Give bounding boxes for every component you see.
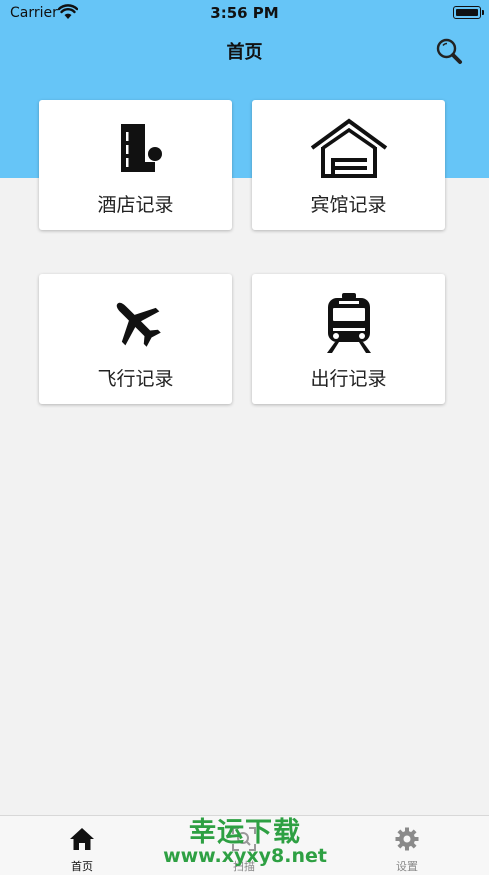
card-label: 飞行记录 bbox=[97, 368, 174, 390]
tab-label: 扫描 bbox=[233, 860, 255, 873]
page-title: 首页 bbox=[226, 42, 263, 63]
search-button[interactable] bbox=[434, 36, 464, 66]
clock: 3:56 PM bbox=[210, 4, 279, 22]
tab-settings[interactable]: 设置 bbox=[352, 816, 462, 875]
battery-icon bbox=[453, 6, 484, 19]
house-icon bbox=[310, 118, 387, 178]
flight-record-card[interactable]: 飞行记录 bbox=[39, 274, 232, 404]
card-label: 宾馆记录 bbox=[310, 194, 387, 216]
guesthouse-record-card[interactable]: 宾馆记录 bbox=[252, 100, 445, 230]
card-label: 酒店记录 bbox=[97, 194, 174, 216]
scan-icon bbox=[232, 827, 256, 851]
tab-label: 设置 bbox=[396, 860, 418, 873]
card-label: 出行记录 bbox=[310, 368, 387, 390]
hotel-record-card[interactable]: 酒店记录 bbox=[39, 100, 232, 230]
search-icon bbox=[436, 38, 462, 64]
tab-scan[interactable]: 扫描 bbox=[189, 816, 299, 875]
tab-bar: 首页 扫描 设置 bbox=[0, 815, 489, 875]
train-icon bbox=[326, 293, 371, 353]
home-icon bbox=[70, 828, 94, 850]
travel-record-card[interactable]: 出行记录 bbox=[252, 274, 445, 404]
hotel-building-icon bbox=[120, 124, 162, 172]
tab-home[interactable]: 首页 bbox=[27, 816, 137, 875]
airplane-icon bbox=[116, 302, 161, 347]
gear-icon bbox=[395, 827, 419, 851]
status-bar: Carrier 3:56 PM bbox=[0, 0, 489, 26]
tab-label: 首页 bbox=[71, 860, 93, 873]
